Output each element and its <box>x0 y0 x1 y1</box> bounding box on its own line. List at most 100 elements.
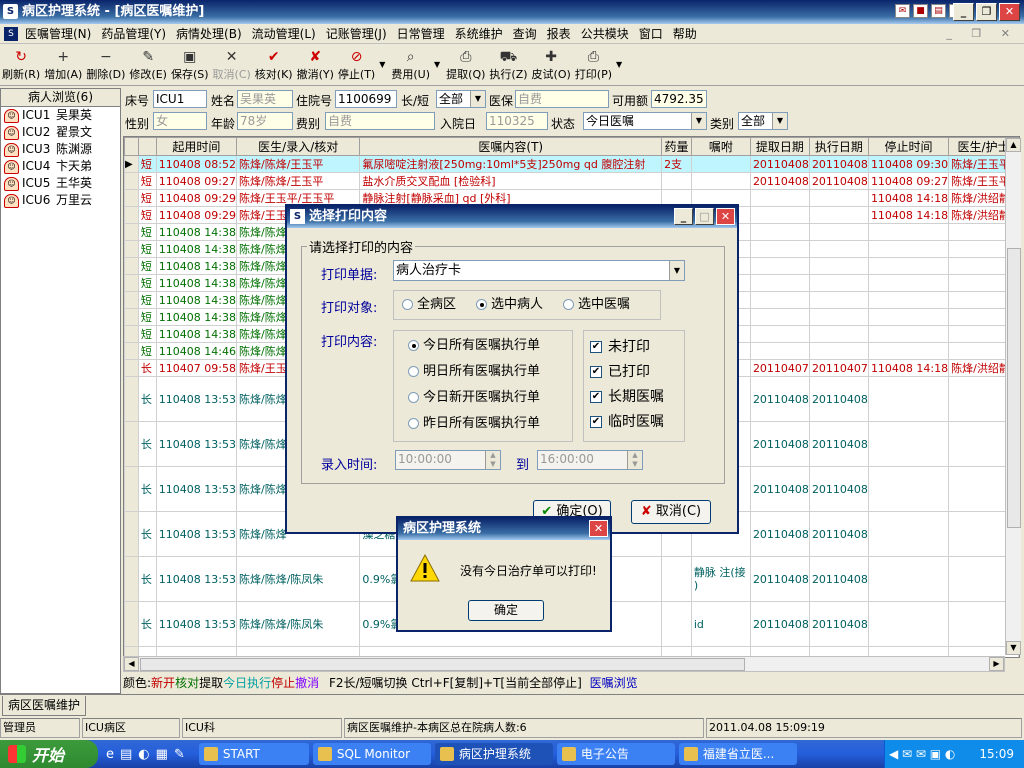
print-content-option[interactable]: 昨日所有医嘱执行单 <box>408 413 572 439</box>
column-header[interactable]: 起用时间 <box>155 137 237 156</box>
taskbar-task[interactable]: 病区护理系统 <box>434 743 553 765</box>
menu-item-4[interactable]: 记账管理(J) <box>321 25 392 42</box>
media-icon[interactable]: ◐ <box>138 747 149 762</box>
print-target-option[interactable]: 选中医嘱 <box>563 297 630 312</box>
mdi-doc-icon[interactable]: S <box>4 26 18 41</box>
toolbar-print-button[interactable]: ⎙ 打印(P) <box>575 46 612 82</box>
print-filter-checkbox[interactable]: ✔ 长期医嘱 <box>590 386 684 411</box>
print-target-option[interactable]: 全病区 <box>402 297 456 312</box>
cell-content: 盐水介质交叉配血 [检验科] <box>359 172 663 190</box>
patient-item[interactable]: ☺ ICU2 翟景文 <box>1 124 120 141</box>
print-cancel-button[interactable]: ✘ 取消(C) <box>631 500 711 524</box>
doc-icon[interactable]: ▤ <box>120 747 132 762</box>
toolbar-stop-button[interactable]: ⊘ 停止(T) <box>338 46 375 82</box>
menu-item-8[interactable]: 报表 <box>542 25 576 42</box>
patient-item[interactable]: ☺ ICU1 吴果英 <box>1 107 120 124</box>
close-button[interactable]: ✕ <box>999 3 1020 21</box>
patient-item[interactable]: ☺ ICU4 卞天弟 <box>1 158 120 175</box>
print-filter-checkbox[interactable]: ✔ 已打印 <box>590 361 684 386</box>
column-header[interactable]: 医生/录入/核对 <box>235 137 361 156</box>
column-header[interactable] <box>124 137 139 156</box>
vertical-scroll-thumb[interactable] <box>1007 248 1021 528</box>
mdi-controls[interactable]: _ ❐ ✕ <box>946 27 1018 40</box>
dialog-minimize-button[interactable]: _ <box>674 208 693 225</box>
message-close-button[interactable]: ✕ <box>589 520 608 537</box>
toolbar-delete-button[interactable]: − 删除(D) <box>86 46 125 82</box>
print-content-option[interactable]: 今日新开医嘱执行单 <box>408 387 572 413</box>
order-browse-link[interactable]: 医嘱浏览 <box>590 676 638 690</box>
note-icon[interactable]: ▤ <box>931 4 946 18</box>
toolbar-refresh-button[interactable]: ↻ 刷新(R) <box>2 46 40 82</box>
admission-field[interactable]: 1100699 <box>335 90 397 108</box>
menu-item-9[interactable]: 公共模块 <box>576 25 634 42</box>
menu-item-2[interactable]: 病情处理(B) <box>171 25 247 42</box>
start-button[interactable]: 开始 <box>0 740 98 768</box>
column-header[interactable]: 执行日期 <box>808 137 869 156</box>
column-header[interactable]: 医嘱内容(T) <box>359 137 663 156</box>
table-row[interactable]: ▶ 短 110408 08:52 陈烽/陈烽/王玉平 氟尿嘧啶注射液[250mg:10m… <box>124 155 1019 173</box>
toolbar-label: 费用(U) <box>391 68 431 81</box>
menu-item-10[interactable]: 窗口 <box>634 25 668 42</box>
category-select[interactable]: 全部 ▼ <box>738 112 788 130</box>
dialog-close-button[interactable]: ✕ <box>716 208 735 225</box>
toolbar-skin-test-button[interactable]: ✚ 皮试(O) <box>532 46 571 82</box>
toolbar-fee-button[interactable]: ⌕ 费用(U) <box>391 46 430 82</box>
taskbar-task[interactable]: 电子公告 <box>556 743 675 765</box>
grid-vertical-scrollbar[interactable]: ▲ ▼ <box>1005 138 1021 655</box>
toolbar-fetch-button[interactable]: ⎙ 提取(Q) <box>446 46 485 82</box>
toolbar-verify-button[interactable]: ✔ 核对(K) <box>255 46 293 82</box>
dropdown-arrow-icon[interactable]: ▼ <box>616 60 622 69</box>
toolbar-undo-button[interactable]: ✘ 撤消(Y) <box>297 46 334 82</box>
tab-order-maintenance[interactable]: 病区医嘱维护 <box>2 696 87 716</box>
column-header[interactable] <box>137 137 157 156</box>
toolbar-save-button[interactable]: ▣ 保存(S) <box>171 46 209 82</box>
menu-item-5[interactable]: 日常管理 <box>392 25 450 42</box>
taskbar-task[interactable]: 福建省立医... <box>678 743 797 765</box>
horizontal-scroll-thumb[interactable] <box>140 658 745 671</box>
print-content-option[interactable]: 今日所有医嘱执行单 <box>408 335 572 361</box>
scroll-left-icon[interactable]: ◀ <box>124 657 139 671</box>
folder-icon[interactable]: ▦ <box>156 747 168 762</box>
column-header[interactable]: 提取日期 <box>749 137 810 156</box>
bed-field[interactable]: ICU1 <box>153 90 207 108</box>
ie-icon[interactable]: e <box>106 747 114 762</box>
alert-icon[interactable]: ■ <box>913 4 928 18</box>
column-header[interactable]: 嘱咐 <box>690 137 751 156</box>
patient-item[interactable]: ☺ ICU5 王华英 <box>1 175 120 192</box>
print-form-select[interactable]: 病人治疗卡 ▼ <box>393 260 685 281</box>
tray-icons[interactable]: ◀ ✉ ✉ ▣ ◐ <box>889 747 955 761</box>
minimize-button[interactable]: _ <box>953 3 974 21</box>
column-header[interactable]: 药量 <box>661 137 692 156</box>
menu-item-7[interactable]: 查询 <box>508 25 542 42</box>
toolbar-execute-button[interactable]: ⛟ 执行(Z) <box>489 46 527 82</box>
menu-item-3[interactable]: 流动管理(L) <box>247 25 321 42</box>
table-row[interactable]: 短 110408 09:27 陈烽/陈烽/王玉平 盐水介质交叉配血 [检验科] 2011… <box>124 172 1019 190</box>
restore-button[interactable]: ❐ <box>976 3 997 21</box>
grid-horizontal-scrollbar[interactable]: ◀ ▶ <box>123 656 1005 672</box>
scroll-down-icon[interactable]: ▼ <box>1006 641 1021 655</box>
dropdown-arrow-icon[interactable]: ▼ <box>434 60 440 69</box>
toolbar-add-button[interactable]: + 增加(A) <box>44 46 82 82</box>
taskbar-task[interactable]: START <box>198 743 309 765</box>
print-target-option[interactable]: 选中病人 <box>476 297 543 312</box>
mail-icon[interactable]: ✉ <box>895 4 910 18</box>
menu-item-6[interactable]: 系统维护 <box>450 25 508 42</box>
menu-item-11[interactable]: 帮助 <box>668 25 702 42</box>
patient-item[interactable]: ☺ ICU6 万里云 <box>1 192 120 209</box>
patient-item[interactable]: ☺ ICU3 陈渊源 <box>1 141 120 158</box>
message-ok-button[interactable]: 确定 <box>468 600 544 621</box>
scroll-right-icon[interactable]: ▶ <box>989 657 1004 671</box>
toolbar-edit-button[interactable]: ✎ 修改(E) <box>129 46 167 82</box>
taskbar-task[interactable]: SQL Monitor <box>312 743 431 765</box>
print-filter-checkbox[interactable]: ✔ 未打印 <box>590 336 684 361</box>
longshort-select[interactable]: 全部 ▼ <box>436 90 486 108</box>
print-filter-checkbox[interactable]: ✔ 临时医嘱 <box>590 411 684 436</box>
tool-icon[interactable]: ✎ <box>174 747 185 762</box>
print-content-option[interactable]: 明日所有医嘱执行单 <box>408 361 572 387</box>
scroll-up-icon[interactable]: ▲ <box>1006 138 1021 152</box>
menu-item-0[interactable]: 医嘱管理(N) <box>20 25 96 42</box>
column-header[interactable]: 停止时间 <box>867 137 950 156</box>
dropdown-arrow-icon[interactable]: ▼ <box>379 60 385 69</box>
menu-item-1[interactable]: 药品管理(Y) <box>96 25 171 42</box>
state-select[interactable]: 今日医嘱 ▼ <box>583 112 707 130</box>
